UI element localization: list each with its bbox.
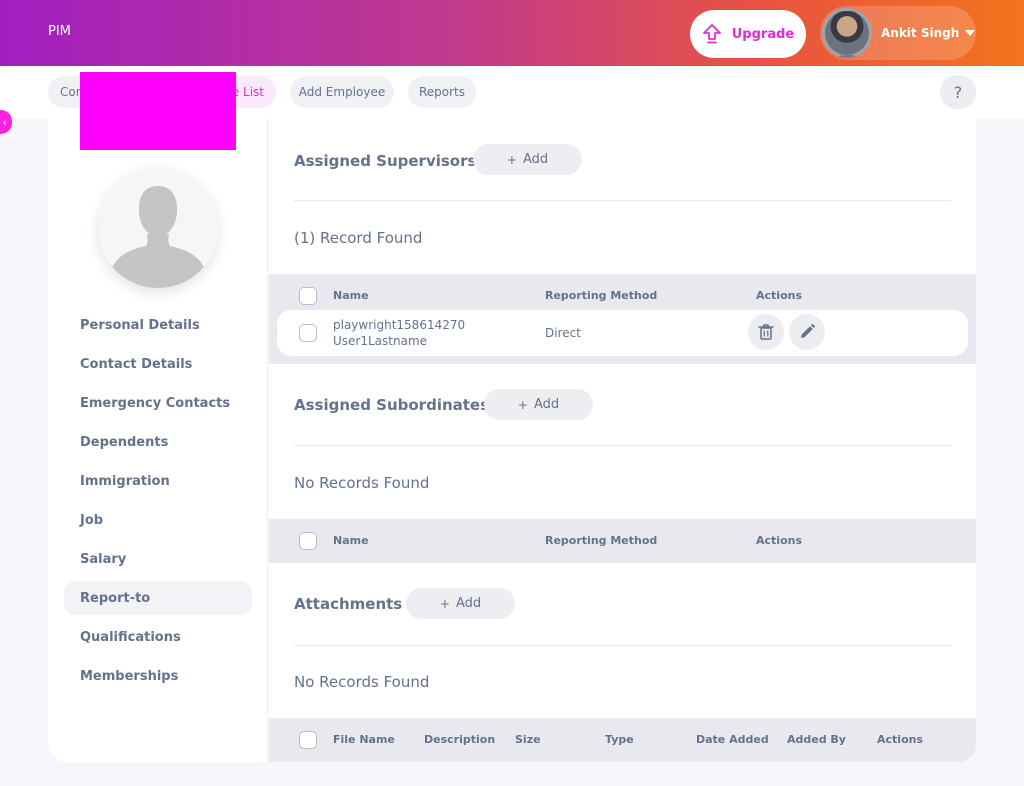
select-all-checkbox[interactable] — [299, 731, 317, 749]
tab-add-employee[interactable]: Add Employee — [290, 76, 394, 108]
top-bar: PIM Upgrade Ankit Singh — [0, 0, 1024, 66]
name-line-1: playwright158614270 — [333, 318, 466, 332]
help-button[interactable]: ? — [940, 75, 976, 109]
section-title-subordinates: Assigned Subordinates — [294, 396, 490, 414]
sidebar-item-label: Personal Details — [80, 317, 200, 333]
section-title-attachments: Attachments — [294, 595, 403, 613]
sidebar-item-label: Job — [80, 512, 104, 528]
upgrade-button[interactable]: Upgrade — [690, 10, 806, 58]
profile-sidebar: Personal Details Contact Details Emergen… — [48, 118, 268, 762]
upgrade-label: Upgrade — [731, 26, 795, 42]
column-header-name: Name — [333, 534, 369, 547]
divider — [294, 645, 951, 646]
sidebar-item-qualifications[interactable]: Qualifications — [64, 620, 252, 654]
delete-button[interactable] — [748, 314, 784, 350]
divider — [294, 445, 951, 446]
column-header-reporting-method: Reporting Method — [545, 534, 658, 547]
select-all-checkbox[interactable] — [299, 532, 317, 550]
subordinates-record-count: No Records Found — [294, 474, 430, 492]
add-attachment-button[interactable]: + Add — [406, 588, 515, 619]
plus-icon: + — [517, 397, 528, 412]
add-label: Add — [522, 152, 549, 167]
sidebar-item-immigration[interactable]: Immigration — [64, 464, 252, 498]
attachments-record-count: No Records Found — [294, 673, 430, 691]
divider — [294, 200, 951, 201]
sidebar-item-report-to[interactable]: Report-to — [64, 581, 252, 615]
column-header-actions: Actions — [756, 289, 802, 302]
chevron-left-icon: ‹ — [2, 115, 7, 129]
column-header-reporting-method: Reporting Method — [545, 289, 658, 302]
pencil-icon — [801, 323, 816, 338]
sidebar-item-contact-details[interactable]: Contact Details — [64, 347, 252, 381]
tab-label: Reports — [418, 85, 466, 99]
column-header-file-name: File Name — [333, 733, 395, 746]
report-to-panel: Assigned Supervisors + Add (1) Record Fo… — [269, 118, 976, 762]
person-silhouette-icon — [110, 186, 206, 288]
edit-button[interactable] — [789, 314, 825, 350]
column-header-description: Description — [424, 733, 496, 746]
redaction-block — [80, 72, 236, 150]
tab-label: Add Employee — [298, 85, 386, 99]
sidebar-item-emergency-contacts[interactable]: Emergency Contacts — [64, 386, 252, 420]
sidebar-item-label: Dependents — [80, 434, 169, 450]
supervisors-record-count: (1) Record Found — [294, 229, 423, 247]
user-menu[interactable]: Ankit Singh — [820, 6, 976, 60]
subordinates-table-header: Name Reporting Method Actions — [269, 519, 976, 563]
column-header-type: Type — [605, 733, 634, 746]
trash-icon — [758, 324, 774, 340]
column-header-actions: Actions — [756, 534, 802, 547]
user-name: Ankit Singh — [881, 26, 960, 40]
tab-reports[interactable]: Reports — [408, 76, 476, 108]
tab-label: e List — [231, 85, 264, 99]
add-label: Add — [455, 596, 482, 611]
upgrade-arrow-icon — [702, 24, 721, 44]
column-header-added-by: Added By — [787, 733, 846, 746]
sidebar-item-label: Immigration — [80, 473, 170, 489]
profile-picture[interactable] — [98, 168, 218, 288]
sidebar-item-dependents[interactable]: Dependents — [64, 425, 252, 459]
plus-icon: + — [439, 596, 450, 611]
sidebar-item-label: Salary — [80, 551, 127, 567]
sidebar-item-job[interactable]: Job — [64, 503, 252, 537]
plus-icon: + — [506, 152, 517, 167]
section-title-supervisors: Assigned Supervisors — [294, 152, 477, 170]
add-subordinate-button[interactable]: + Add — [484, 389, 593, 420]
select-all-checkbox[interactable] — [299, 287, 317, 305]
column-header-size: Size — [515, 733, 541, 746]
name-line-2: User1Lastname — [333, 334, 428, 348]
attachments-table-header: File Name Description Size Type Date Add… — [269, 718, 976, 762]
sidebar-item-label: Contact Details — [80, 356, 193, 372]
column-header-name: Name — [333, 289, 369, 302]
sidebar-item-label: Emergency Contacts — [80, 395, 231, 411]
user-avatar — [822, 8, 872, 58]
add-supervisor-button[interactable]: + Add — [473, 144, 582, 175]
sidebar-item-label: Memberships — [80, 668, 179, 684]
row-checkbox[interactable] — [299, 324, 317, 342]
chevron-down-icon — [965, 30, 976, 36]
sidebar-item-label: Report-to — [80, 590, 151, 606]
column-header-actions: Actions — [877, 733, 923, 746]
column-header-date-added: Date Added — [696, 733, 769, 746]
reporting-method: Direct — [545, 326, 581, 340]
sidebar-item-label: Qualifications — [80, 629, 181, 645]
sidebar-item-personal-details[interactable]: Personal Details — [64, 308, 252, 342]
module-title: PIM — [48, 24, 71, 39]
help-icon: ? — [953, 82, 963, 102]
supervisor-name: playwright158614270 User1Lastname — [333, 317, 465, 349]
sidebar-item-memberships[interactable]: Memberships — [64, 659, 252, 693]
add-label: Add — [533, 397, 560, 412]
sidebar-item-salary[interactable]: Salary — [64, 542, 252, 576]
employee-card: Personal Details Contact Details Emergen… — [48, 118, 976, 762]
table-row: playwright158614270 User1Lastname Direct — [277, 310, 968, 356]
